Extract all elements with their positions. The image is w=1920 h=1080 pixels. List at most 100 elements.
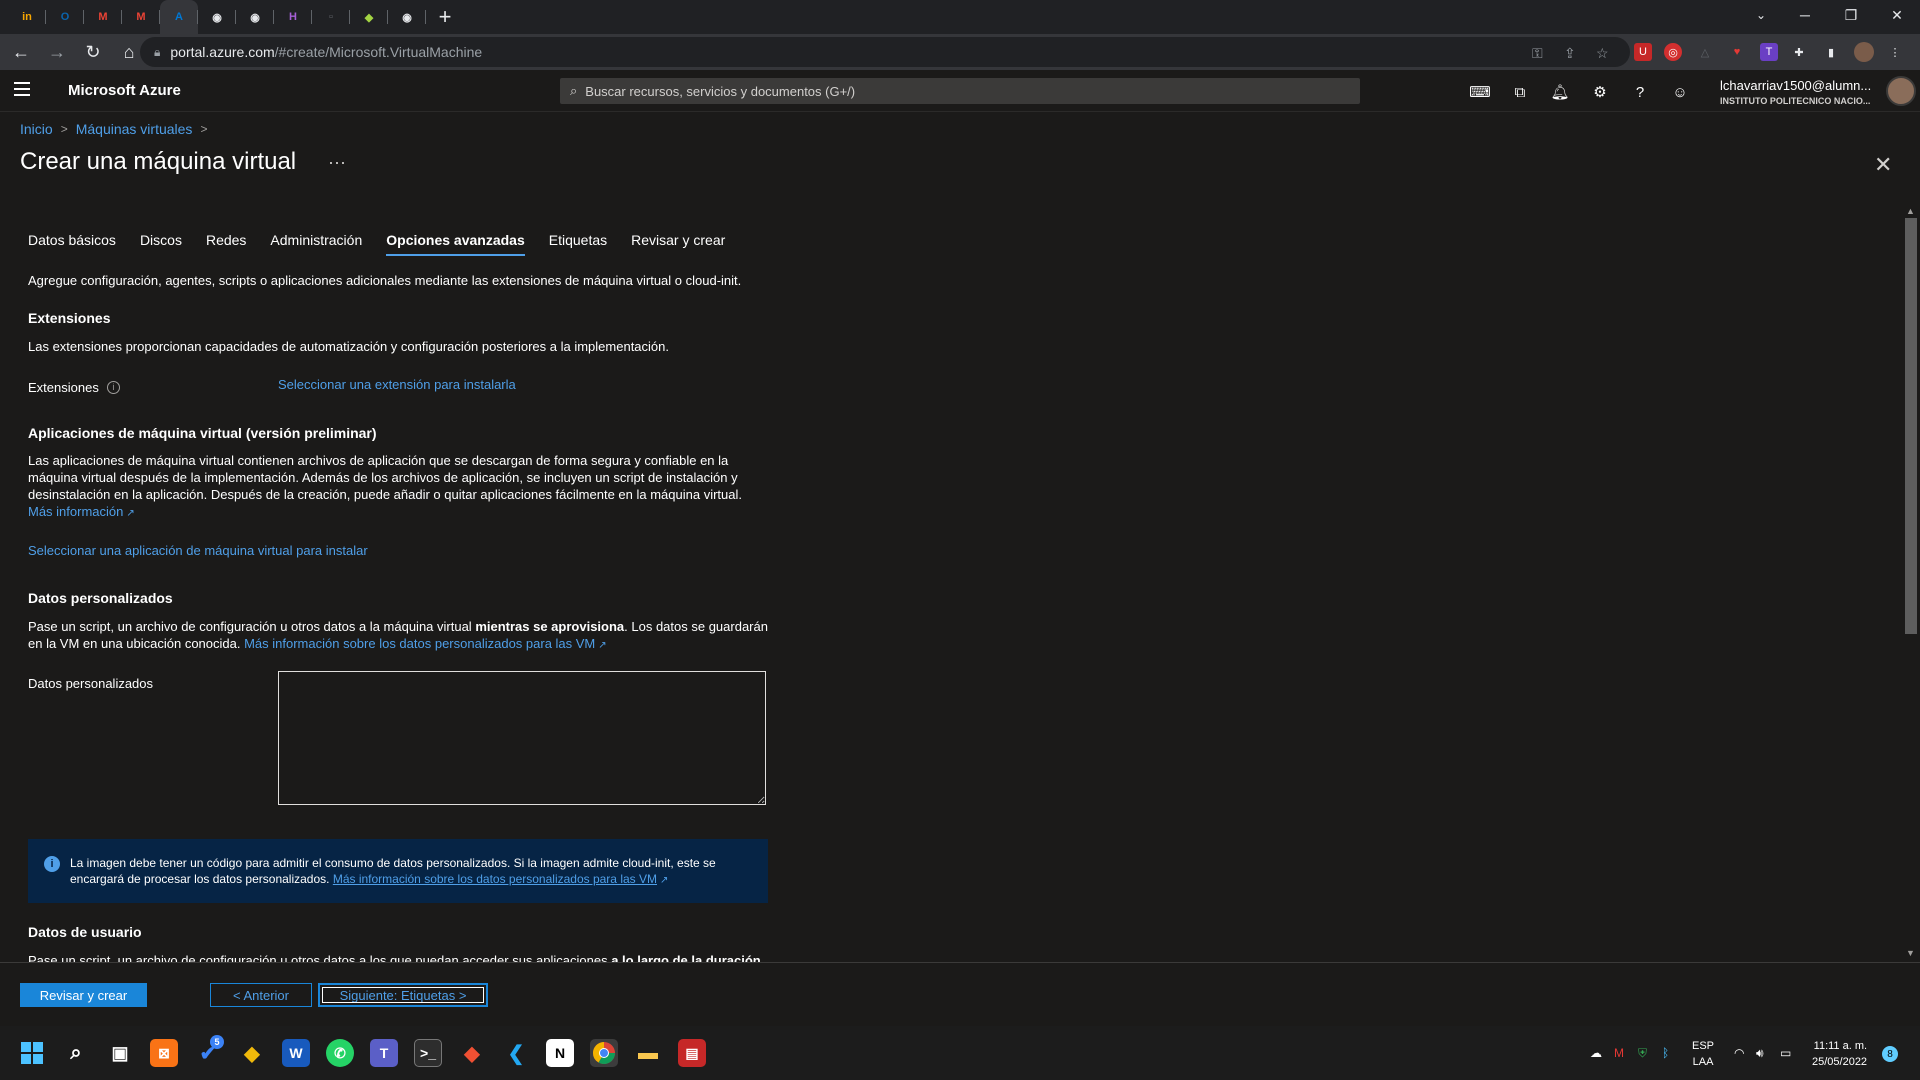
cloud-shell-icon[interactable]: ⌨	[1469, 82, 1491, 102]
browser-tab[interactable]: H	[274, 0, 312, 34]
browser-tab[interactable]: O	[46, 0, 84, 34]
chrome-icon[interactable]	[590, 1039, 618, 1067]
browser-tab[interactable]: in	[8, 0, 46, 34]
wifi-icon[interactable]: ◠	[1734, 1046, 1744, 1060]
feedback-icon[interactable]: ☺	[1670, 82, 1690, 102]
forward-icon[interactable]: →	[42, 37, 72, 67]
profile-avatar[interactable]	[1854, 42, 1874, 62]
breadcrumb-virtual-machines[interactable]: Máquinas virtuales	[76, 121, 193, 137]
avatar[interactable]	[1886, 76, 1916, 106]
battery-icon[interactable]: ▭	[1780, 1046, 1791, 1060]
tab-discos[interactable]: Discos	[140, 232, 182, 256]
word-icon[interactable]: W	[282, 1039, 310, 1067]
git-icon[interactable]: ◆	[458, 1039, 486, 1067]
hamburger-menu-icon[interactable]	[14, 82, 30, 100]
puzzle-icon[interactable]: ✚	[1790, 43, 1808, 61]
back-icon[interactable]: ←	[6, 37, 36, 67]
tab-opciones-avanzadas[interactable]: Opciones avanzadas	[386, 232, 525, 256]
browser-tab[interactable]: M	[84, 0, 122, 34]
mcafee-icon[interactable]: M	[1614, 1046, 1624, 1060]
tab-revisar-y-crear[interactable]: Revisar y crear	[631, 232, 725, 256]
whatsapp-icon[interactable]: ✆	[326, 1039, 354, 1067]
binance-icon[interactable]: ◆	[238, 1039, 266, 1067]
notion-icon[interactable]: N	[546, 1039, 574, 1067]
minimize-icon[interactable]: ─	[1782, 0, 1828, 30]
help-icon[interactable]: ?	[1630, 82, 1650, 102]
custom-data-textarea[interactable]	[278, 671, 766, 805]
extension-icon[interactable]: T	[1760, 43, 1778, 61]
windows-start-icon[interactable]	[18, 1039, 46, 1067]
menu-dots-icon[interactable]: ⋮	[1886, 43, 1904, 61]
restore-icon[interactable]: ❐	[1828, 0, 1874, 30]
new-tab-button[interactable]: +	[426, 0, 464, 34]
steam-icon[interactable]: ✔ 5	[194, 1035, 224, 1067]
reload-icon[interactable]: ↻	[78, 37, 108, 67]
tab-etiquetas[interactable]: Etiquetas	[549, 232, 607, 256]
outlook-icon: O	[60, 11, 70, 23]
scroll-up-arrow-icon[interactable]: ▲	[1906, 206, 1915, 216]
browser-tab[interactable]: M	[122, 0, 160, 34]
xampp-icon[interactable]: ⊠	[150, 1039, 178, 1067]
browser-tab[interactable]: ▫	[312, 0, 350, 34]
close-icon[interactable]: ✕	[1874, 152, 1892, 178]
user-data-desc-bold: a lo largo de la duración	[611, 953, 761, 962]
custom-data-more-info-link[interactable]: Más información sobre los datos personal…	[244, 636, 595, 651]
extension-icon[interactable]: U	[1634, 43, 1652, 61]
scroll-down-arrow-icon[interactable]: ▼	[1906, 948, 1915, 958]
bluetooth-icon[interactable]: ᛒ	[1662, 1046, 1669, 1060]
info-box-link[interactable]: Más información sobre los datos personal…	[333, 872, 657, 886]
select-vm-app-link[interactable]: Seleccionar una aplicación de máquina vi…	[28, 542, 368, 559]
file-explorer-icon[interactable]: ▬	[634, 1039, 662, 1067]
extension-icon[interactable]: ♥	[1728, 43, 1746, 61]
close-window-icon[interactable]: ✕	[1874, 0, 1920, 30]
keyboard-layout: LAA	[1692, 1056, 1714, 1068]
browser-tab[interactable]: ◆	[350, 0, 388, 34]
more-info-link[interactable]: Más información	[28, 504, 123, 519]
account-info[interactable]: lchavarriav1500@alumn... INSTITUTO POLIT…	[1720, 78, 1871, 106]
tab-administración[interactable]: Administración	[270, 232, 362, 256]
settings-gear-icon[interactable]: ⚙	[1590, 82, 1610, 102]
breadcrumb-home[interactable]: Inicio	[20, 121, 53, 137]
blank-page-icon: ▫	[329, 11, 333, 23]
global-search-input[interactable]: ⌕ Buscar recursos, servicios y documento…	[560, 78, 1360, 104]
gmail-icon: M	[136, 11, 146, 23]
share-icon[interactable]: ⇪	[1564, 45, 1576, 62]
browser-tab[interactable]: A	[160, 0, 198, 34]
more-options-icon[interactable]: ···	[328, 152, 346, 173]
extension-icon[interactable]: ◎	[1664, 43, 1682, 61]
tab-redes[interactable]: Redes	[206, 232, 246, 256]
previous-button[interactable]: < Anterior	[210, 983, 312, 1007]
search-icon[interactable]: ⌕	[62, 1039, 90, 1067]
directory-filter-icon[interactable]: ⧉	[1510, 82, 1530, 102]
task-view-icon[interactable]: ▣	[106, 1039, 134, 1067]
teams-icon[interactable]: T	[370, 1039, 398, 1067]
select-extension-link[interactable]: Seleccionar una extensión para instalarl…	[278, 376, 516, 393]
terminal-icon[interactable]: >_	[414, 1039, 442, 1067]
azure-brand[interactable]: Microsoft Azure	[68, 82, 181, 99]
vscode-icon[interactable]: ❮	[502, 1039, 530, 1067]
key-icon[interactable]: ⚿	[1532, 45, 1543, 62]
gmail-icon: M	[98, 11, 108, 23]
browser-tab[interactable]: ◉	[198, 0, 236, 34]
bookmark-star-icon[interactable]: ☆	[1596, 45, 1609, 62]
security-shield-icon[interactable]: ⛨	[1638, 1046, 1647, 1061]
browser-tab[interactable]: ◉	[388, 0, 426, 34]
extension-icon[interactable]: △	[1696, 43, 1714, 61]
action-bar: Revisar y crear < Anterior Siguiente: Et…	[0, 962, 1920, 1026]
browser-tab[interactable]: ◉	[236, 0, 274, 34]
notification-badge[interactable]: 8	[1882, 1046, 1898, 1062]
scrollbar-thumb[interactable]	[1905, 218, 1917, 634]
app-icon[interactable]: ▤	[678, 1039, 706, 1067]
language-indicator[interactable]: ESP LAA	[1692, 1038, 1714, 1070]
side-panel-icon[interactable]: ▮	[1822, 43, 1840, 61]
clock[interactable]: 11:11 a. m. 25/05/2022	[1812, 1038, 1867, 1070]
volume-icon[interactable]: 🔊︎	[1756, 1046, 1764, 1061]
info-icon[interactable]: i	[106, 381, 120, 394]
address-bar[interactable]: 🔒︎ portal.azure.com/#create/Microsoft.Vi…	[140, 37, 1630, 67]
notifications-bell-icon[interactable]: 🔔︎	[1550, 82, 1570, 102]
next-tags-button[interactable]: Siguiente: Etiquetas >	[318, 983, 488, 1007]
tab-datos-básicos[interactable]: Datos básicos	[28, 232, 116, 256]
tab-search-icon[interactable]: ⌄	[1738, 0, 1784, 30]
onedrive-icon[interactable]: ☁	[1590, 1046, 1602, 1060]
review-create-button[interactable]: Revisar y crear	[20, 983, 147, 1007]
